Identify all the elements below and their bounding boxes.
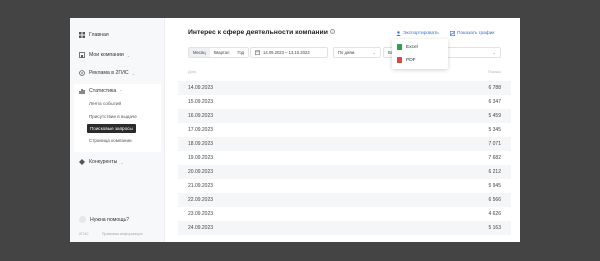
show-chart-label: Показать график: [457, 31, 495, 36]
export-menu-item-pdf[interactable]: PDF: [397, 57, 416, 63]
export-menu-item-label: PDF: [406, 57, 416, 63]
tab-month[interactable]: Месяц: [189, 48, 210, 57]
table-row: 14.09.2023 6 788: [178, 81, 511, 95]
table-header: Дата Показы: [188, 70, 501, 74]
row-date: 20.09.2023: [188, 169, 214, 175]
row-value: 4 626: [488, 211, 501, 217]
sidebar-item-ads[interactable]: Реклама в 2ГИС ⌄: [79, 70, 135, 76]
chart-icon: [79, 89, 85, 94]
table-row: 15.09.2023 6 347: [178, 95, 511, 109]
help-button[interactable]: Нужна помощь?: [79, 216, 129, 223]
sidebar-footer: 2ГИС Правовая информация: [79, 232, 155, 236]
calendar-icon: [255, 50, 260, 55]
app-window: Главная Мои компании ⌄ Реклама в 2ГИС ⌄ …: [70, 18, 520, 242]
row-value: 7 682: [488, 155, 501, 161]
chevron-up-icon: ⌃: [119, 88, 123, 94]
chart-small-icon: [450, 31, 455, 36]
tab-year[interactable]: Год: [233, 48, 248, 57]
column-date-header[interactable]: Дата: [188, 70, 196, 74]
export-menu: Excel PDF: [392, 39, 448, 69]
sidebar: Главная Мои компании ⌄ Реклама в 2ГИС ⌄ …: [70, 18, 165, 242]
row-date: 24.09.2023: [188, 225, 214, 231]
row-date: 21.09.2023: [188, 183, 214, 189]
footer-brand: 2ГИС: [79, 232, 89, 236]
row-date: 23.09.2023: [188, 211, 214, 217]
table-row: 21.09.2023 5 945: [178, 179, 511, 193]
sidebar-item-label: Мои компании: [89, 52, 124, 58]
row-value: 5 345: [488, 127, 501, 133]
pdf-file-icon: [397, 57, 402, 63]
table-row: 24.09.2023 5 163: [178, 221, 511, 235]
row-value: 6 212: [488, 169, 501, 175]
row-date: 19.09.2023: [188, 155, 214, 161]
column-value-header[interactable]: Показы: [488, 70, 501, 74]
group-by-select[interactable]: По дням ⌄: [333, 47, 381, 58]
row-date: 16.09.2023: [188, 113, 214, 119]
help-label: Нужна помощь?: [90, 216, 130, 223]
export-menu-item-excel[interactable]: Excel: [397, 44, 418, 50]
grid-icon: [79, 32, 85, 38]
table-row: 23.09.2023 4 626: [178, 207, 511, 221]
row-date: 17.09.2023: [188, 127, 214, 133]
row-value: 6 788: [488, 85, 501, 91]
group-by-value: По дням: [338, 49, 355, 55]
chevron-down-icon: ⌄: [131, 70, 135, 76]
row-value: 5 945: [488, 183, 501, 189]
page-title: Интерес к сфере деятельности компании i: [188, 29, 335, 36]
user-icon: [396, 31, 401, 36]
sidebar-subitem-presence[interactable]: Присутствие в выдаче: [89, 114, 137, 119]
row-value: 7 071: [488, 141, 501, 147]
row-value: 6 347: [488, 99, 501, 105]
excel-file-icon: [397, 44, 402, 50]
sidebar-item-label: Реклама в 2ГИС: [89, 70, 129, 76]
sidebar-item-companies[interactable]: Мои компании ⌄: [79, 52, 130, 58]
table-row: 22.09.2023 6 566: [178, 193, 511, 207]
sidebar-subitem-events[interactable]: Лента событий: [89, 101, 121, 106]
row-value: 5 459: [488, 113, 501, 119]
sidebar-item-label: Главная: [89, 32, 109, 38]
export-button[interactable]: Экспортировать: [396, 31, 439, 36]
sidebar-item-label: Статистика: [89, 88, 117, 94]
table-row: 18.09.2023 7 071: [178, 137, 511, 151]
row-date: 15.09.2023: [188, 99, 214, 105]
row-value: 5 163: [488, 225, 501, 231]
chevron-down-icon: ⌄: [126, 52, 131, 58]
row-date: 14.09.2023: [188, 85, 214, 91]
table-row: 16.09.2023 5 459: [178, 109, 511, 123]
table-row: 17.09.2023 5 345: [178, 123, 511, 137]
megaphone-icon: [79, 70, 85, 76]
sidebar-item-home[interactable]: Главная: [79, 32, 109, 38]
row-value: 6 566: [488, 197, 501, 203]
chevron-down-icon: ⌄: [492, 49, 496, 55]
chevron-down-icon: ⌄: [372, 49, 376, 55]
diamond-icon: [79, 159, 85, 165]
footer-legal-link[interactable]: Правовая информация: [102, 232, 143, 236]
sidebar-item-competitors[interactable]: Конкуренты ⌄: [79, 159, 124, 165]
building-icon: [79, 52, 85, 58]
period-tabs: Месяц Квартал Год: [188, 47, 250, 58]
row-date: 22.09.2023: [188, 197, 214, 203]
date-range-value: 14.09.2023 – 13.10.2023: [263, 49, 310, 55]
chevron-down-icon: ⌄: [120, 159, 124, 165]
show-chart-button[interactable]: Показать график: [450, 31, 495, 36]
sidebar-item-label: Конкуренты: [89, 159, 118, 165]
table-row: 20.09.2023 6 212: [178, 165, 511, 179]
info-icon[interactable]: i: [329, 29, 335, 34]
row-date: 18.09.2023: [188, 141, 214, 147]
help-icon: [79, 216, 86, 223]
tab-quarter[interactable]: Квартал: [210, 48, 234, 57]
table-row: 19.09.2023 7 682: [178, 151, 511, 165]
sidebar-subitem-company-page[interactable]: Страница компании: [89, 138, 132, 143]
date-range-picker[interactable]: 14.09.2023 – 13.10.2023: [250, 47, 328, 58]
export-label: Экспортировать: [403, 31, 439, 36]
sidebar-item-statistics[interactable]: Статистика ⌃: [79, 88, 123, 94]
sidebar-subitem-search-queries[interactable]: Поисковые запросы: [87, 124, 136, 133]
page-title-text: Интерес к сфере деятельности компании: [188, 29, 328, 36]
export-menu-item-label: Excel: [406, 44, 418, 50]
